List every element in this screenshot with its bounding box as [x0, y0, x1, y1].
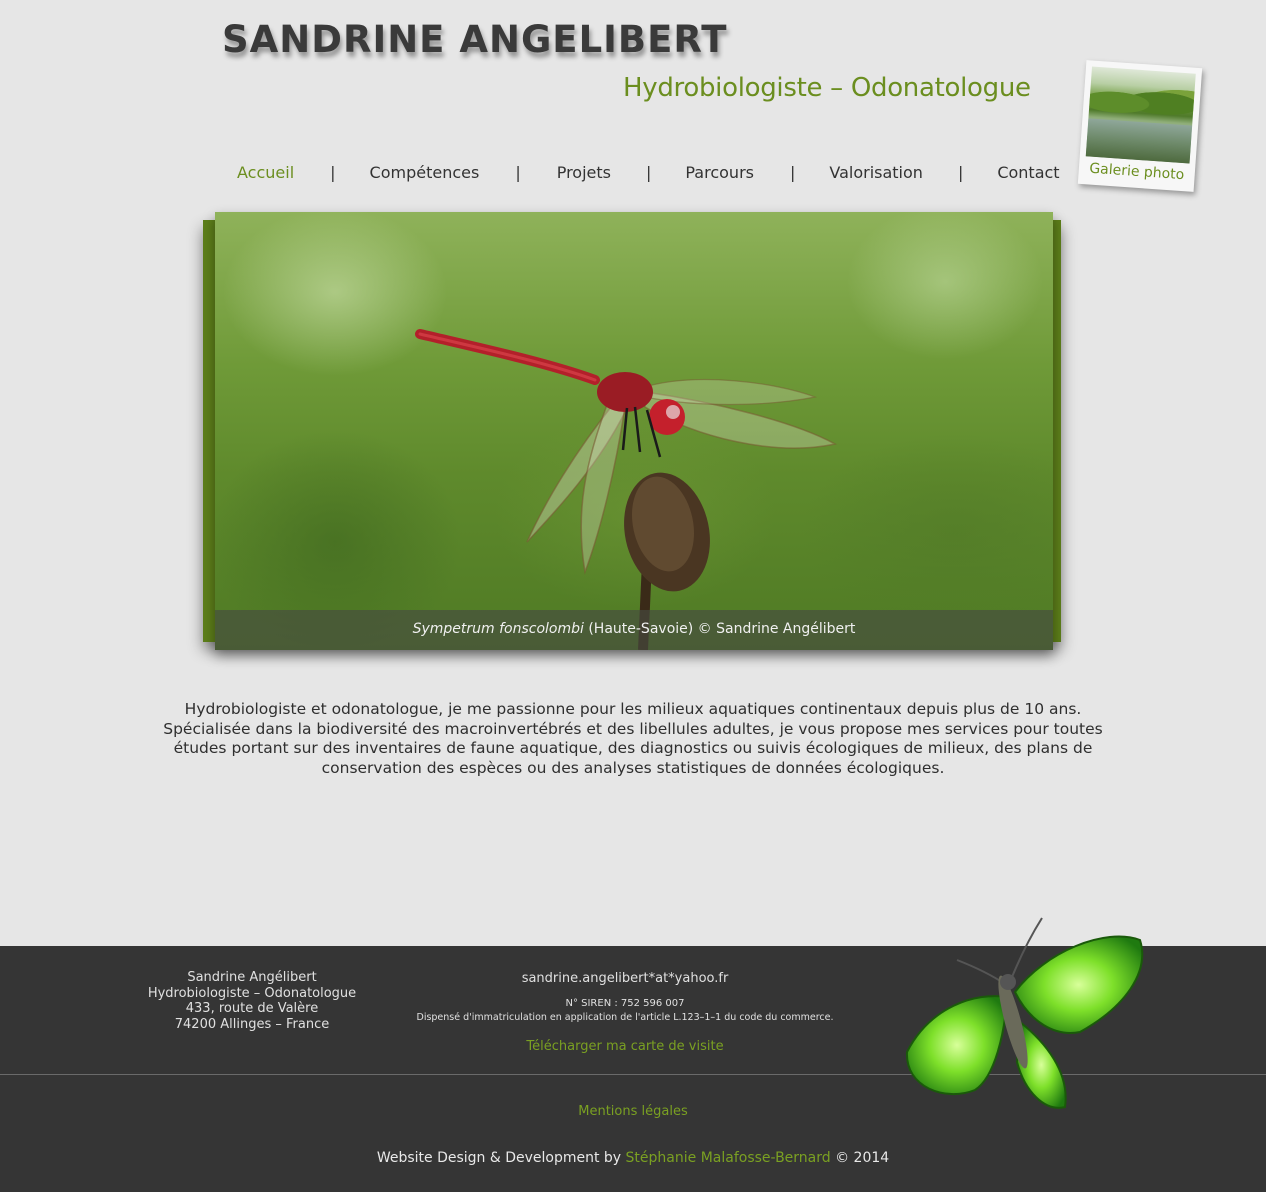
credit-author-link[interactable]: Stéphanie Malafosse-Bernard: [626, 1150, 831, 1166]
nav-separator: |: [645, 162, 652, 182]
caption-species: Sympetrum fonscolombi: [412, 621, 584, 637]
dragonfly-illustration: [415, 329, 838, 650]
siren-number: N° SIREN : 752 596 007: [565, 998, 685, 1009]
nav-item-competences[interactable]: Compétences: [370, 163, 480, 182]
nav-separator: |: [957, 162, 964, 182]
landscape-photo-icon: [1085, 66, 1196, 164]
main-nav: Accueil | Compétences | Projets | Parcou…: [222, 160, 1060, 184]
address-city: 74200 Allinges – France: [174, 1016, 330, 1032]
gallery-label: Galerie photo: [1088, 160, 1185, 184]
nav-separator: |: [515, 162, 521, 182]
butterfly-icon: [905, 917, 1144, 1109]
credit-suffix: © 2014: [830, 1150, 890, 1166]
nav-item-valorisation[interactable]: Valorisation: [829, 163, 923, 182]
nav-item-accueil[interactable]: Accueil: [237, 163, 294, 182]
nav-separator: |: [789, 162, 796, 182]
footer-address: Sandrine Angélibert Hydrobiologiste – Od…: [140, 970, 364, 1032]
caption-credit: (Haute-Savoie) © Sandrine Angélibert: [583, 621, 856, 637]
nav-item-parcours[interactable]: Parcours: [685, 163, 754, 182]
address-role: Hydrobiologiste – Odonatologue: [147, 985, 357, 1001]
address-name: Sandrine Angélibert: [187, 970, 317, 985]
hero-caption: Sympetrum fonscolombi (Haute-Savoie) © S…: [215, 610, 1053, 650]
nav-separator: |: [330, 162, 336, 182]
address-street: 433, route de Valère: [185, 1001, 319, 1016]
site-title: SANDRINE ANGELIBERT: [222, 18, 728, 61]
nav-item-contact[interactable]: Contact: [997, 163, 1059, 182]
footer-contact: sandrine.angelibert*at*yahoo.fr N° SIREN…: [395, 970, 855, 1054]
registration-notice: Dispensé d'immatriculation en applicatio…: [416, 1012, 834, 1023]
site-credit: Website Design & Development by Stéphani…: [0, 1150, 1266, 1166]
nav-item-projets[interactable]: Projets: [557, 163, 611, 182]
intro-paragraph: Hydrobiologiste et odonatologue, je me p…: [163, 700, 1103, 777]
download-card-link[interactable]: Télécharger ma carte de visite: [395, 1039, 855, 1054]
gallery-photo-link[interactable]: Galerie photo: [1077, 60, 1203, 192]
footer-email: sandrine.angelibert*at*yahoo.fr: [521, 971, 729, 986]
hero-image: Sympetrum fonscolombi (Haute-Savoie) © S…: [215, 212, 1053, 650]
site-subtitle: Hydrobiologiste – Odonatologue: [623, 73, 1031, 103]
credit-prefix: Website Design & Development by: [376, 1150, 626, 1166]
